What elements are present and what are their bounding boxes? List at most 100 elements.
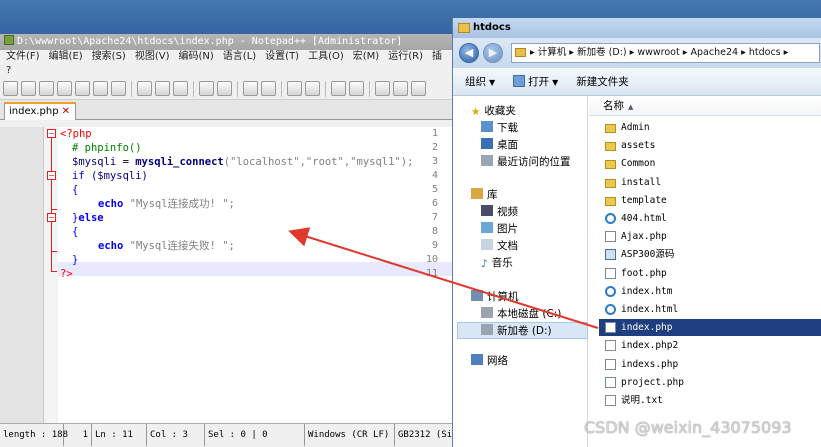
nav-music[interactable]: ♪ 音乐 — [481, 256, 513, 270]
file-row[interactable]: index.html — [603, 301, 821, 318]
explorer-titlebar[interactable]: htdocs — [453, 18, 821, 38]
notepadpp-menubar-row2: ? — [0, 64, 456, 78]
file-row[interactable]: Common — [603, 155, 821, 172]
file-row[interactable]: 说明.txt — [603, 392, 821, 409]
code-function: mysqli_connect — [135, 156, 224, 168]
code-string: "Mysql连接失败! "; — [123, 240, 235, 252]
menu-language[interactable]: 语言(L) — [223, 50, 256, 64]
print-icon[interactable] — [111, 81, 126, 96]
replace-icon[interactable] — [261, 81, 276, 96]
php-close-tag: ?> — [60, 268, 73, 280]
nav-new-volume[interactable]: 新加卷 (D:) — [481, 324, 552, 338]
file-row[interactable]: project.php — [603, 374, 821, 391]
nav-library[interactable]: 库 — [471, 188, 498, 202]
file-row[interactable]: index.htm — [603, 283, 821, 300]
code-condition: ($mysqli) — [84, 170, 148, 182]
folder-icon — [605, 142, 616, 152]
file-row[interactable]: assets — [603, 137, 821, 154]
file-icon — [605, 267, 616, 279]
organize-button[interactable]: 组织 ▼ — [465, 74, 495, 89]
menu-edit[interactable]: 编辑(E) — [49, 50, 83, 64]
file-row[interactable]: install — [603, 174, 821, 191]
file-row[interactable]: Admin — [603, 119, 821, 136]
cut-icon[interactable] — [137, 81, 152, 96]
nav-local-disk[interactable]: 本地磁盘 (C:) — [481, 307, 561, 321]
forward-button[interactable]: ▶ — [483, 43, 503, 63]
menu-settings[interactable]: 设置(T) — [265, 50, 299, 64]
file-row[interactable]: Ajax.php — [603, 228, 821, 245]
back-button[interactable]: ◀ — [459, 43, 479, 63]
sync-vertical-icon[interactable] — [331, 81, 346, 96]
nav-recent[interactable]: 最近访问的位置 — [481, 155, 571, 169]
close-file-icon[interactable] — [75, 81, 90, 96]
nav-desktop[interactable]: 桌面 — [481, 138, 518, 152]
menu-tools[interactable]: 工具(O) — [308, 50, 344, 64]
fold-toggle-icon[interactable]: − — [47, 129, 56, 138]
save-all-icon[interactable] — [57, 81, 72, 96]
music-icon: ♪ — [481, 258, 488, 270]
nav-videos[interactable]: 视频 — [481, 205, 518, 219]
menu-search[interactable]: 搜索(S) — [92, 50, 126, 64]
chevron-down-icon: ▼ — [489, 78, 496, 87]
menu-encoding[interactable]: 编码(N) — [179, 50, 214, 64]
nav-documents[interactable]: 文档 — [481, 239, 518, 253]
tab-label: index.php — [9, 106, 59, 117]
undo-icon[interactable] — [199, 81, 214, 96]
fold-toggle-icon[interactable]: − — [47, 171, 56, 180]
column-header-label: 名称 — [603, 100, 624, 112]
redo-icon[interactable] — [217, 81, 232, 96]
nav-downloads[interactable]: 下载 — [481, 121, 518, 135]
file-row[interactable]: index.php2 — [603, 337, 821, 354]
line-number-gutter — [0, 127, 44, 423]
file-row[interactable]: indexs.php — [603, 356, 821, 373]
file-row[interactable]: foot.php — [603, 265, 821, 282]
tab-index-php[interactable]: index.php ✕ — [4, 102, 76, 120]
menu-run[interactable]: 运行(R) — [388, 50, 423, 64]
fold-toggle-icon[interactable]: − — [47, 213, 56, 222]
toolbar-separator — [369, 80, 370, 97]
file-row[interactable]: 404.html — [603, 210, 821, 227]
word-wrap-icon[interactable] — [375, 81, 390, 96]
notepadpp-toolbar — [0, 78, 456, 100]
nav-computer[interactable]: 计算机 — [471, 290, 519, 304]
file-row[interactable]: index.php — [599, 319, 821, 337]
tab-close-icon[interactable]: ✕ — [62, 106, 70, 117]
downloads-icon — [481, 121, 493, 132]
show-all-chars-icon[interactable] — [393, 81, 408, 96]
new-folder-button[interactable]: 新建文件夹 — [576, 74, 629, 89]
notepadpp-titlebar[interactable]: D:\wwwroot\Apache24\htdocs\index.php - N… — [0, 34, 456, 50]
menu-plugins[interactable]: 插 — [432, 50, 442, 64]
save-icon[interactable] — [39, 81, 54, 96]
folder-icon — [605, 196, 616, 206]
zoom-out-icon[interactable] — [305, 81, 320, 96]
menu-file[interactable]: 文件(F) — [6, 50, 40, 64]
code-editor[interactable]: 1 2 3 4 5 6 7 8 9 10 11 − − − <?php # ph… — [0, 127, 456, 423]
address-bar[interactable]: ▸ 计算机 ▸ 新加卷 (D:) ▸ wwwroot ▸ Apache24 ▸ … — [511, 43, 820, 63]
copy-icon[interactable] — [155, 81, 170, 96]
nav-label: 收藏夹 — [484, 105, 516, 117]
file-row[interactable]: ASP300源码 — [603, 246, 821, 263]
sync-horizontal-icon[interactable] — [349, 81, 364, 96]
menu-help[interactable]: ? — [6, 65, 11, 76]
new-file-icon[interactable] — [3, 81, 18, 96]
menu-macro[interactable]: 宏(M) — [353, 50, 379, 64]
open-file-icon[interactable] — [21, 81, 36, 96]
open-label: 打开 — [528, 76, 550, 88]
nav-favorites[interactable]: ★ 收藏夹 — [471, 104, 516, 118]
column-header-name[interactable]: 名称 ▲ — [589, 96, 821, 116]
nav-network[interactable]: 网络 — [471, 354, 508, 368]
paste-icon[interactable] — [173, 81, 188, 96]
code-brace: { — [72, 184, 79, 196]
find-icon[interactable] — [243, 81, 258, 96]
nav-label: 本地磁盘 (C:) — [497, 308, 562, 320]
zoom-in-icon[interactable] — [287, 81, 302, 96]
open-button[interactable]: 打开 ▼ — [513, 74, 558, 89]
file-name: assets — [621, 140, 656, 152]
close-all-icon[interactable] — [93, 81, 108, 96]
toolbar-separator — [325, 80, 326, 97]
status-selection: Sel : 0 | 0 — [205, 424, 305, 446]
indent-guide-icon[interactable] — [411, 81, 426, 96]
file-row[interactable]: template — [603, 192, 821, 209]
menu-view[interactable]: 视图(V) — [135, 50, 170, 64]
nav-pictures[interactable]: 图片 — [481, 222, 518, 236]
